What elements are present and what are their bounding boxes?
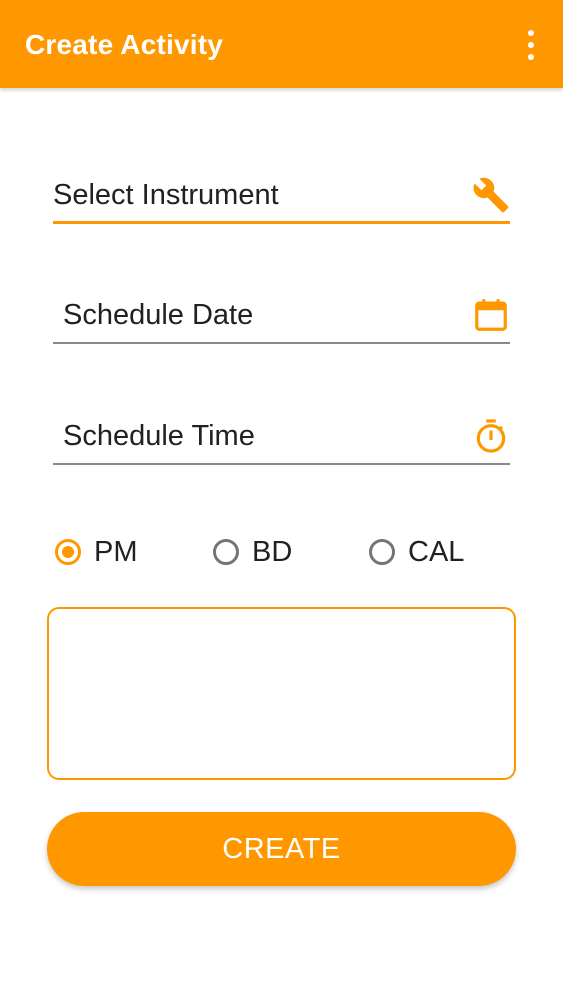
radio-button-unchecked-icon[interactable] (369, 539, 395, 565)
create-button[interactable]: CREATE (47, 812, 516, 886)
menu-dot (528, 42, 534, 48)
wrench-icon[interactable] (472, 176, 510, 214)
more-vert-icon[interactable] (519, 28, 543, 62)
app-bar: Create Activity (0, 0, 563, 88)
schedule-time-underline (53, 463, 510, 465)
radio-cal[interactable]: CAL (369, 530, 464, 574)
schedule-date-field[interactable]: Schedule Date (53, 284, 510, 344)
schedule-time-field[interactable]: Schedule Time (53, 405, 510, 465)
stopwatch-icon[interactable] (472, 417, 510, 455)
schedule-time-label: Schedule Time (63, 420, 255, 452)
radio-bd[interactable]: BD (213, 530, 292, 574)
select-instrument-field[interactable]: Select Instrument (53, 164, 510, 224)
radio-cal-label: CAL (408, 536, 465, 568)
schedule-date-underline (53, 342, 510, 344)
menu-dot (528, 54, 534, 60)
radio-button-unchecked-icon[interactable] (213, 539, 239, 565)
select-instrument-label: Select Instrument (53, 179, 279, 211)
menu-dot (528, 30, 534, 36)
radio-pm[interactable]: PM (55, 530, 138, 574)
activity-type-radio-group: PM BD CAL (55, 530, 515, 574)
create-activity-screen: Create Activity Select Instrument Schedu… (0, 0, 563, 1000)
radio-pm-label: PM (94, 536, 138, 568)
schedule-date-label: Schedule Date (63, 299, 254, 331)
radio-button-checked-icon[interactable] (55, 539, 81, 565)
notes-input[interactable] (49, 609, 514, 778)
select-instrument-underline (53, 221, 510, 224)
calendar-icon[interactable] (472, 296, 510, 334)
page-title: Create Activity (25, 29, 224, 60)
radio-bd-label: BD (252, 536, 293, 568)
notes-box (47, 607, 516, 780)
